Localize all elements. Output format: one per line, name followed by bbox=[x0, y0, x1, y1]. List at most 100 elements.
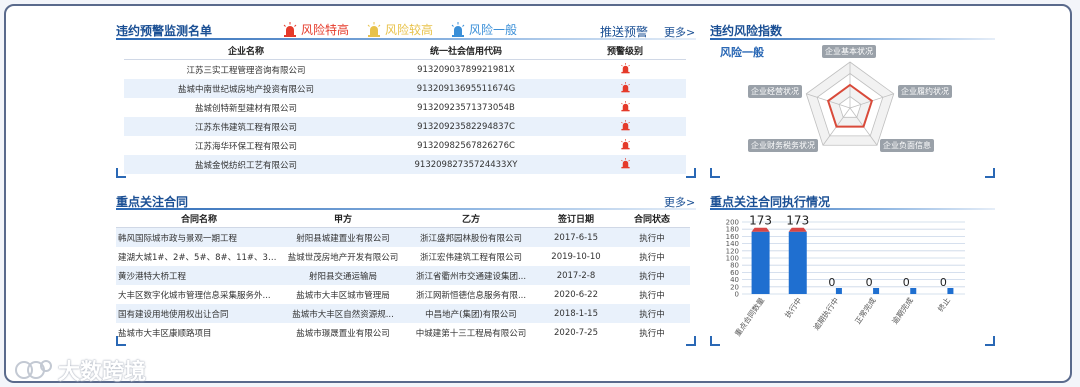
siren-icon bbox=[620, 157, 630, 168]
contract-status-cell: 执行中 bbox=[614, 304, 690, 323]
contract-a-cell: 盐城世茂房地产开发有限公司 bbox=[287, 252, 399, 263]
col-header[interactable]: 签订日期 bbox=[538, 210, 614, 228]
y-tick-label: 120 bbox=[726, 247, 739, 255]
y-tick-label: 20 bbox=[730, 283, 739, 291]
bar bbox=[873, 288, 880, 294]
contract-b-cell: 中昌地产(集团)有限公司 bbox=[404, 304, 538, 323]
warning-level-cell bbox=[564, 60, 686, 80]
table-row[interactable]: 江苏三实工程管理咨询有限公司 91320903789921981X bbox=[124, 60, 686, 80]
watermark: 大数跨境 bbox=[14, 354, 146, 386]
contract-name-cell: 黄沙港特大桥工程 bbox=[116, 266, 282, 285]
warning-table: 企业名称 统一社会信用代码 预警级别 江苏三实工程管理咨询有限公司 9132090… bbox=[124, 42, 686, 174]
credit-code-cell: 91320913695511674G bbox=[368, 79, 564, 98]
contract-name-cell: 建湖大城1#、2#、5#、8#、11#、32#... bbox=[118, 252, 282, 263]
contract-date-cell: 2019-10-10 bbox=[551, 251, 601, 262]
contract-date-cell: 2017-6-15 bbox=[538, 227, 614, 247]
company-name-cell: 盐城中南世纪城房地产投资有限公司 bbox=[124, 79, 368, 98]
contract-a-cell: 盐城市大丰区自然资源规... bbox=[282, 304, 404, 323]
contract-date-cell: 2018-1-15 bbox=[538, 304, 614, 323]
contract-b-cell: 浙江宏伟建筑工程有限公司 bbox=[419, 252, 522, 263]
table-row[interactable]: 盐城金悦纺织工艺有限公司 91320982735724433XY bbox=[124, 155, 686, 174]
credit-code-cell: 91320903789921981X bbox=[417, 64, 515, 75]
table-row[interactable]: 盐城创特新型建材有限公司 91320923571373054B bbox=[124, 98, 686, 117]
contract-status-cell: 执行中 bbox=[639, 290, 665, 301]
legend-high[interactable]: 风险特高 bbox=[282, 21, 349, 38]
corner-decoration bbox=[686, 168, 696, 178]
contract-b-cell: 浙江网新恒德信息服务有限... bbox=[415, 290, 527, 301]
x-tick-label: 逾期完成 bbox=[889, 295, 915, 326]
siren-icon bbox=[620, 138, 630, 149]
siren-icon bbox=[283, 21, 297, 37]
risk-index-panel: 违约风险指数 风险一般 企业基本状况 企业履约状况 企业负面信息 企业财务税务状… bbox=[710, 18, 995, 178]
legend-high-label: 风险特高 bbox=[301, 23, 350, 37]
table-row[interactable]: 韩风国际城市政与景观一期工程 射阳县城建置业有限公司 浙江盛邦园林股份有限公司 201… bbox=[116, 227, 690, 247]
contracts-panel: 重点关注合同 更多> 合同名称 甲方 乙方 签订日期 合同状态 韩风国际城市政与… bbox=[116, 190, 696, 346]
siren-icon bbox=[620, 100, 630, 111]
contracts-table: 合同名称 甲方 乙方 签订日期 合同状态 韩风国际城市政与景观一期工程 射阳县城建… bbox=[116, 210, 690, 342]
siren-icon bbox=[367, 21, 381, 37]
contract-status-cell: 执行中 bbox=[614, 266, 690, 285]
table-row[interactable]: 国有建设用地使用权出让合同 盐城市大丰区自然资源规... 中昌地产(集团)有限公司 2… bbox=[116, 304, 690, 323]
execution-bar-chart: 020406080100120140160180200 173重点合同数量173执… bbox=[726, 214, 965, 338]
credit-code-cell: 91320923582294837C bbox=[368, 117, 564, 136]
warning-list-panel: 违约预警监测名单 风险特高 风险较高 风险一般 推送预警 更多> 企业名称 统一… bbox=[116, 18, 696, 178]
contract-date-cell: 2020-6-22 bbox=[554, 289, 598, 300]
company-name-cell: 江苏海华环保工程有限公司 bbox=[194, 141, 297, 152]
legend-mid[interactable]: 风险较高 bbox=[366, 21, 433, 38]
data-label: 0 bbox=[866, 276, 873, 289]
radar-axis-label: 企业负面信息 bbox=[880, 139, 934, 152]
corner-decoration bbox=[116, 168, 126, 178]
y-tick-label: 100 bbox=[726, 255, 739, 263]
data-label: 0 bbox=[828, 276, 835, 289]
bar bbox=[751, 231, 770, 294]
contract-status-cell: 执行中 bbox=[614, 227, 690, 247]
radar-axis-label: 企业履约状况 bbox=[898, 85, 952, 98]
y-tick-label: 160 bbox=[726, 233, 739, 241]
corner-decoration bbox=[116, 336, 126, 346]
legend-mid-label: 风险较高 bbox=[385, 23, 434, 37]
table-row[interactable]: 建湖大城1#、2#、5#、8#、11#、32#... 盐城世茂房地产开发有限公司 浙… bbox=[116, 247, 690, 266]
bar-top bbox=[788, 227, 807, 232]
y-tick-label: 180 bbox=[726, 226, 739, 234]
col-header[interactable]: 统一社会信用代码 bbox=[368, 42, 564, 60]
y-tick-label: 80 bbox=[730, 262, 739, 270]
contracts-table-viewport[interactable]: 合同名称 甲方 乙方 签订日期 合同状态 韩风国际城市政与景观一期工程 射阳县城建… bbox=[116, 210, 690, 342]
legend-low[interactable]: 风险一般 bbox=[450, 21, 517, 38]
contract-name-cell: 国有建设用地使用权出让合同 bbox=[116, 304, 282, 323]
data-label: 173 bbox=[749, 214, 772, 228]
x-tick-label: 正常完成 bbox=[852, 295, 878, 326]
col-header[interactable]: 企业名称 bbox=[124, 42, 368, 60]
warning-level-cell bbox=[564, 79, 686, 98]
company-name-cell: 盐城创特新型建材有限公司 bbox=[194, 103, 297, 114]
radar-axis-label: 企业基本状况 bbox=[822, 45, 876, 58]
radar-axis-label: 企业经营状况 bbox=[748, 85, 802, 98]
warning-table-viewport[interactable]: 企业名称 统一社会信用代码 预警级别 江苏三实工程管理咨询有限公司 9132090… bbox=[124, 42, 686, 174]
y-tick-label: 200 bbox=[726, 219, 739, 227]
table-row[interactable]: 大丰区数字化城市管理信息采集服务外... 盐城市大丰区城市管理局 浙江网新恒德信息服… bbox=[116, 285, 690, 304]
bar-top bbox=[751, 227, 770, 232]
contract-name-cell: 大丰区数字化城市管理信息采集服务外... bbox=[118, 290, 271, 301]
watermark-logo-icon bbox=[15, 360, 52, 379]
table-row[interactable]: 黄沙港特大桥工程 射阳县交通运输局 浙江省衢州市交通建设集团... 2017-2-8 执… bbox=[116, 266, 690, 285]
corner-decoration bbox=[710, 336, 720, 346]
col-header[interactable]: 甲方 bbox=[282, 210, 404, 228]
warning-level-cell bbox=[564, 98, 686, 117]
table-row[interactable]: 江苏海华环保工程有限公司 91320982567826276C bbox=[124, 136, 686, 155]
contract-status-cell: 执行中 bbox=[639, 252, 665, 263]
table-row[interactable]: 盐城市大丰区康顺路项目 盐城市璟晟置业有限公司 中城建第十三工程局有限公司 2020-… bbox=[116, 323, 690, 342]
risk-index-title: 违约风险指数 bbox=[710, 24, 783, 38]
company-name-cell: 江苏东伟建筑工程有限公司 bbox=[124, 117, 368, 136]
col-header[interactable]: 预警级别 bbox=[564, 42, 686, 60]
col-header[interactable]: 乙方 bbox=[404, 210, 538, 228]
y-tick-label: 140 bbox=[726, 240, 739, 248]
title-underline bbox=[710, 208, 995, 210]
credit-code-cell: 91320923571373054B bbox=[417, 102, 515, 113]
col-header[interactable]: 合同名称 bbox=[116, 210, 282, 228]
contract-a-cell: 盐城市大丰区城市管理局 bbox=[296, 290, 390, 301]
contract-date-cell: 2020-7-25 bbox=[554, 327, 598, 338]
y-tick-label: 60 bbox=[730, 269, 739, 277]
col-header[interactable]: 合同状态 bbox=[614, 210, 690, 228]
table-row[interactable]: 江苏东伟建筑工程有限公司 91320923582294837C bbox=[124, 117, 686, 136]
table-row[interactable]: 盐城中南世纪城房地产投资有限公司 91320913695511674G bbox=[124, 79, 686, 98]
legend-low-label: 风险一般 bbox=[469, 23, 518, 37]
